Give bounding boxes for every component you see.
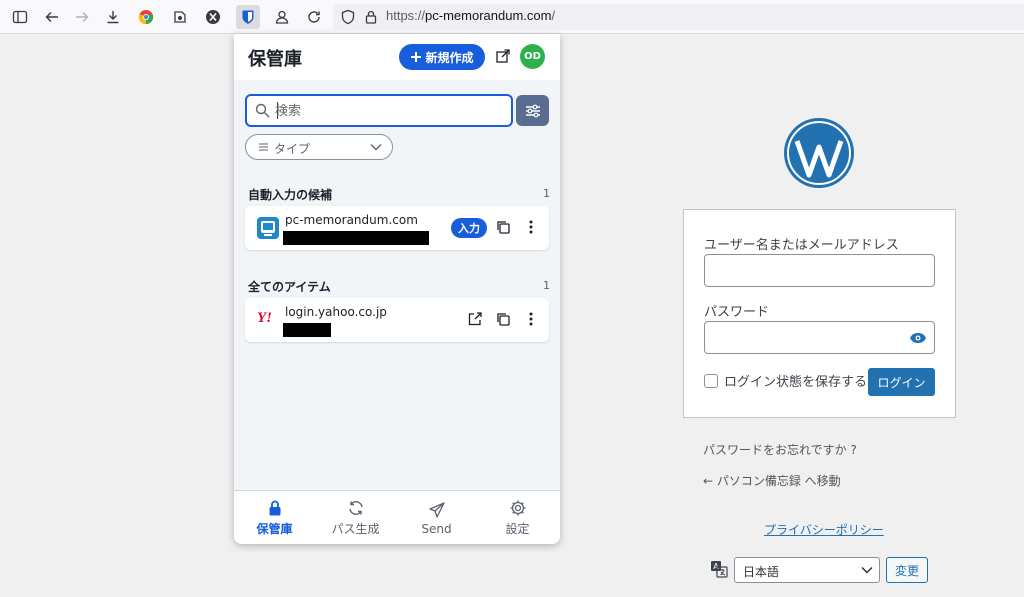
new-item-button[interactable]: 新規作成: [399, 44, 485, 70]
translate-icon: A: [711, 561, 728, 578]
search-icon: [255, 103, 270, 118]
autofill-section-count: 1: [543, 187, 550, 200]
nav-vault[interactable]: 保管庫: [234, 491, 315, 544]
language-value: 日本語: [743, 565, 780, 579]
nav-generator[interactable]: パス生成: [315, 491, 396, 544]
login-button[interactable]: ログイン: [868, 368, 935, 396]
yahoo-favicon-icon: Y!: [257, 310, 272, 326]
chrome-extension-icon[interactable]: [136, 7, 156, 27]
username-input[interactable]: [704, 254, 935, 287]
url-text[interactable]: https://pc-memorandum.com/: [386, 8, 555, 23]
lost-password-link[interactable]: パスワードをお忘れですか ?: [703, 441, 857, 458]
download-icon[interactable]: [103, 7, 123, 27]
nav-send-label: Send: [421, 521, 452, 536]
bottom-nav: 保管庫 パス生成 Send 設定: [234, 490, 560, 544]
list-icon: [259, 143, 268, 151]
url-protocol: https://: [386, 8, 426, 23]
redacted-username: [283, 323, 331, 337]
filter-button[interactable]: [516, 95, 549, 126]
url-host: pc-memorandum.com: [425, 8, 552, 23]
x-extension-icon[interactable]: [203, 7, 223, 27]
popup-title: 保管庫: [248, 49, 302, 70]
login-form: ユーザー名またはメールアドレス パスワード ログイン状態を保存する ログイン: [683, 209, 956, 418]
nav-settings-label: 設定: [505, 522, 530, 536]
send-icon: [428, 501, 445, 518]
item-name: login.yahoo.co.jp: [285, 305, 387, 319]
back-icon[interactable]: [42, 7, 62, 27]
password-manager-popup: 保管庫 新規作成 OD タイプ 自動入力の候補 1 pc-memorandum.…: [234, 34, 560, 544]
plus-icon: [411, 52, 422, 62]
shield-icon[interactable]: [338, 7, 358, 27]
copy-icon[interactable]: [495, 311, 511, 327]
password-label: パスワード: [704, 305, 770, 320]
remember-me[interactable]: ログイン状態を保存する: [704, 371, 867, 390]
password-input[interactable]: [704, 321, 935, 354]
forward-icon[interactable]: [72, 7, 92, 27]
change-language-button[interactable]: 変更: [886, 557, 928, 583]
lock-icon[interactable]: [361, 7, 381, 27]
autofill-section-title: 自動入力の候補: [248, 188, 333, 202]
new-item-label: 新規作成: [425, 50, 474, 65]
type-filter-label: タイプ: [274, 142, 311, 156]
remember-label: ログイン状態を保存する: [724, 375, 868, 390]
launch-icon[interactable]: [467, 311, 483, 327]
chevron-down-icon: [370, 144, 382, 151]
account-icon[interactable]: [272, 7, 292, 27]
nav-settings[interactable]: 設定: [477, 491, 558, 544]
browser-toolbar: https://pc-memorandum.com/: [0, 0, 1024, 34]
all-items-section-count: 1: [543, 279, 550, 292]
search-box[interactable]: [245, 94, 513, 127]
sliders-icon: [525, 104, 540, 117]
extension-icon[interactable]: [170, 7, 190, 27]
remember-checkbox[interactable]: [704, 373, 718, 388]
back-to-site-link[interactable]: ← パソコン備忘録 へ移動: [703, 472, 841, 489]
nav-vault-label: 保管庫: [256, 522, 293, 536]
autofill-button[interactable]: 入力: [451, 218, 487, 238]
list-item[interactable]: pc-memorandum.com 入力: [245, 206, 549, 250]
language-select[interactable]: 日本語: [734, 557, 880, 583]
sidebar-icon[interactable]: [10, 7, 30, 27]
more-options-icon[interactable]: [523, 311, 539, 327]
more-options-icon[interactable]: [523, 219, 539, 235]
account-avatar[interactable]: OD: [520, 44, 545, 69]
eye-icon[interactable]: [909, 332, 927, 344]
site-favicon-icon: [257, 217, 279, 239]
search-input[interactable]: [275, 101, 505, 121]
chevron-down-icon: [861, 566, 873, 574]
wordpress-logo-icon[interactable]: [783, 117, 855, 189]
popup-header: 保管庫 新規作成 OD: [234, 34, 560, 80]
popout-icon[interactable]: [496, 49, 510, 63]
redacted-username: [283, 231, 429, 245]
nav-send[interactable]: Send: [396, 491, 477, 544]
all-items-section-title: 全てのアイテム: [248, 280, 331, 294]
lock-icon: [269, 500, 280, 516]
privacy-policy-link[interactable]: プライバシーポリシー: [764, 521, 884, 538]
item-name: pc-memorandum.com: [285, 213, 418, 227]
bitwarden-icon[interactable]: [236, 5, 260, 29]
reload-icon[interactable]: [304, 7, 324, 27]
copy-icon[interactable]: [495, 219, 511, 235]
list-item[interactable]: Y! login.yahoo.co.jp: [245, 298, 549, 342]
username-label: ユーザー名またはメールアドレス: [704, 238, 899, 253]
nav-generator-label: パス生成: [331, 522, 380, 536]
gear-icon: [510, 500, 525, 516]
url-path: /: [551, 8, 556, 23]
sync-icon: [348, 501, 363, 515]
type-filter-dropdown[interactable]: タイプ: [245, 134, 393, 160]
